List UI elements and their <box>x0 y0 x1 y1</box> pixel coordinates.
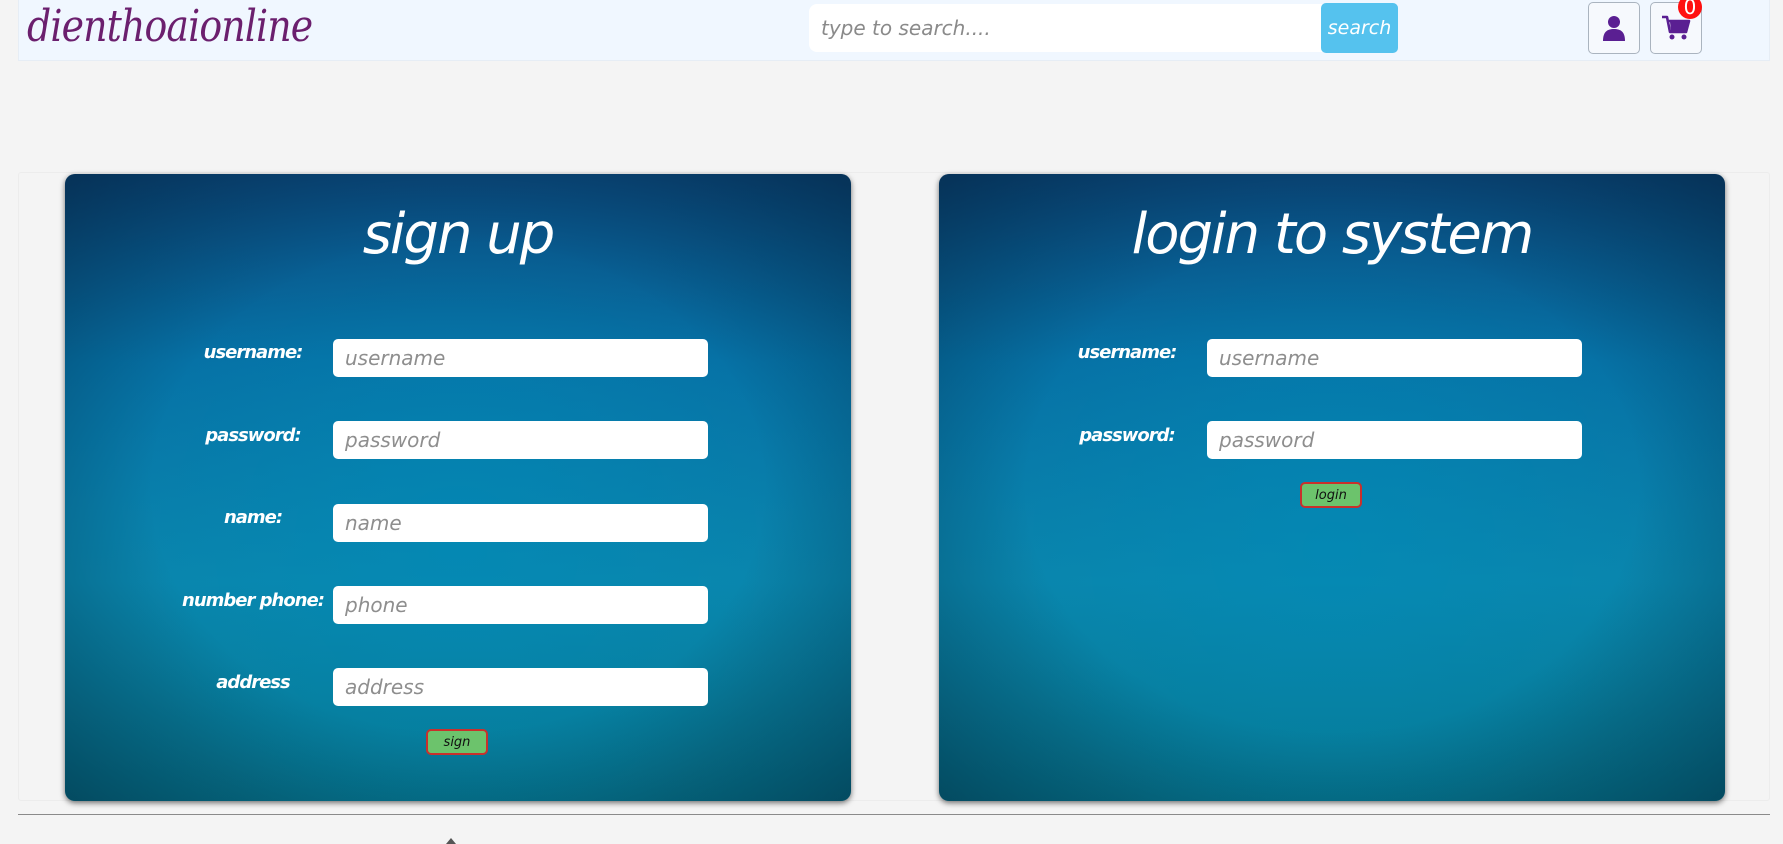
site-header: dienthoaionline search 0 <box>18 0 1770 61</box>
login-card: login to system username: password: logi… <box>939 174 1725 801</box>
signup-phone-label: number phone: <box>182 590 325 611</box>
signup-name-label: name: <box>223 507 283 528</box>
login-username-input[interactable] <box>1207 339 1582 377</box>
signup-name-input[interactable] <box>333 504 708 542</box>
signup-card: sign up username: password: name: number… <box>65 174 851 801</box>
login-password-input[interactable] <box>1207 421 1582 459</box>
cart-button[interactable]: 0 <box>1650 0 1702 54</box>
login-username-label: username: <box>1077 342 1178 363</box>
login-title: login to system <box>1131 202 1535 267</box>
signup-address-label: address <box>216 672 290 693</box>
signup-password-input[interactable] <box>333 421 708 459</box>
signup-username-input[interactable] <box>333 339 708 377</box>
signup-username-label: username: <box>203 342 304 363</box>
cart-count-badge: 0 <box>1678 0 1702 19</box>
signup-address-input[interactable] <box>333 668 708 706</box>
signup-password-label: password: <box>205 425 301 446</box>
login-button[interactable]: login <box>1300 482 1362 508</box>
site-logo[interactable]: dienthoaionline <box>27 0 313 54</box>
search-input[interactable] <box>809 4 1329 52</box>
scroll-up-icon[interactable] <box>446 838 456 844</box>
sign-button[interactable]: sign <box>426 729 488 755</box>
user-icon <box>1603 16 1625 41</box>
user-account-button[interactable] <box>1588 2 1640 54</box>
signup-phone-input[interactable] <box>333 586 708 624</box>
login-password-label: password: <box>1079 425 1175 446</box>
signup-title: sign up <box>362 202 556 267</box>
search-button[interactable]: search <box>1321 3 1398 53</box>
footer-divider <box>18 814 1770 815</box>
